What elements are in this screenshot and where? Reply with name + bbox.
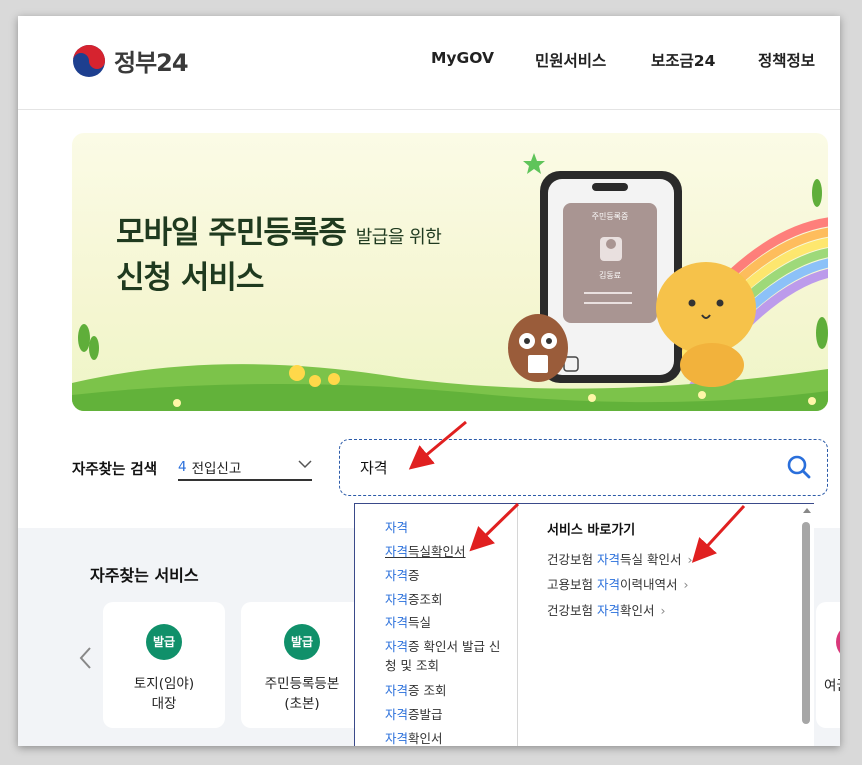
annotation-arrow-icon: [469, 502, 520, 552]
annotation-arrows: [408, 420, 746, 563]
annotation-arrow-icon: [691, 504, 746, 563]
annotation-arrow-icon: [408, 420, 467, 470]
browser-viewport: 정부24 MyGOV 민원서비스 보조금24 정책정보 모바일 주민등록증 발급…: [18, 16, 840, 746]
